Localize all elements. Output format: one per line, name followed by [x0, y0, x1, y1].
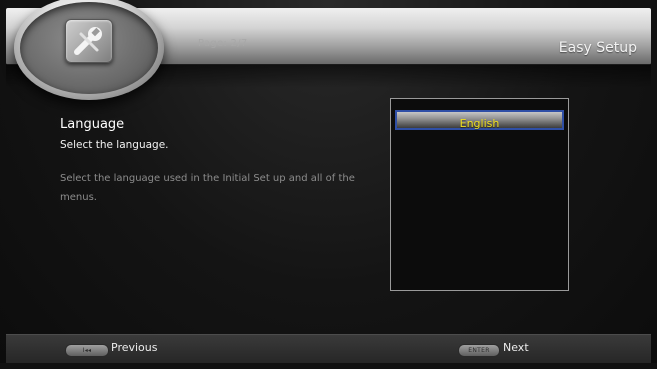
enter-key-icon[interactable]: ENTER — [458, 344, 500, 357]
bottom-strip — [0, 363, 657, 369]
easy-setup-screen: Page: 2/7 Easy Setup Language Select the… — [0, 0, 657, 369]
language-list[interactable]: English — [390, 98, 569, 291]
wrench-icon — [65, 19, 113, 63]
section-description: Select the language used in the Initial … — [60, 173, 355, 203]
language-option-english[interactable]: English — [395, 110, 564, 130]
page-title: Easy Setup — [558, 40, 637, 56]
previous-key-icon[interactable]: I◂◂ — [65, 344, 109, 357]
page-indicator: Page: 2/7 — [198, 38, 248, 49]
next-button[interactable]: Next — [503, 341, 529, 354]
section-subtitle: Select the language. — [60, 139, 169, 151]
footer-bar: I◂◂ Previous ENTER Next — [6, 334, 651, 364]
language-option-label: English — [459, 117, 500, 130]
previous-button[interactable]: Previous — [111, 341, 158, 354]
section-title: Language — [60, 117, 125, 132]
